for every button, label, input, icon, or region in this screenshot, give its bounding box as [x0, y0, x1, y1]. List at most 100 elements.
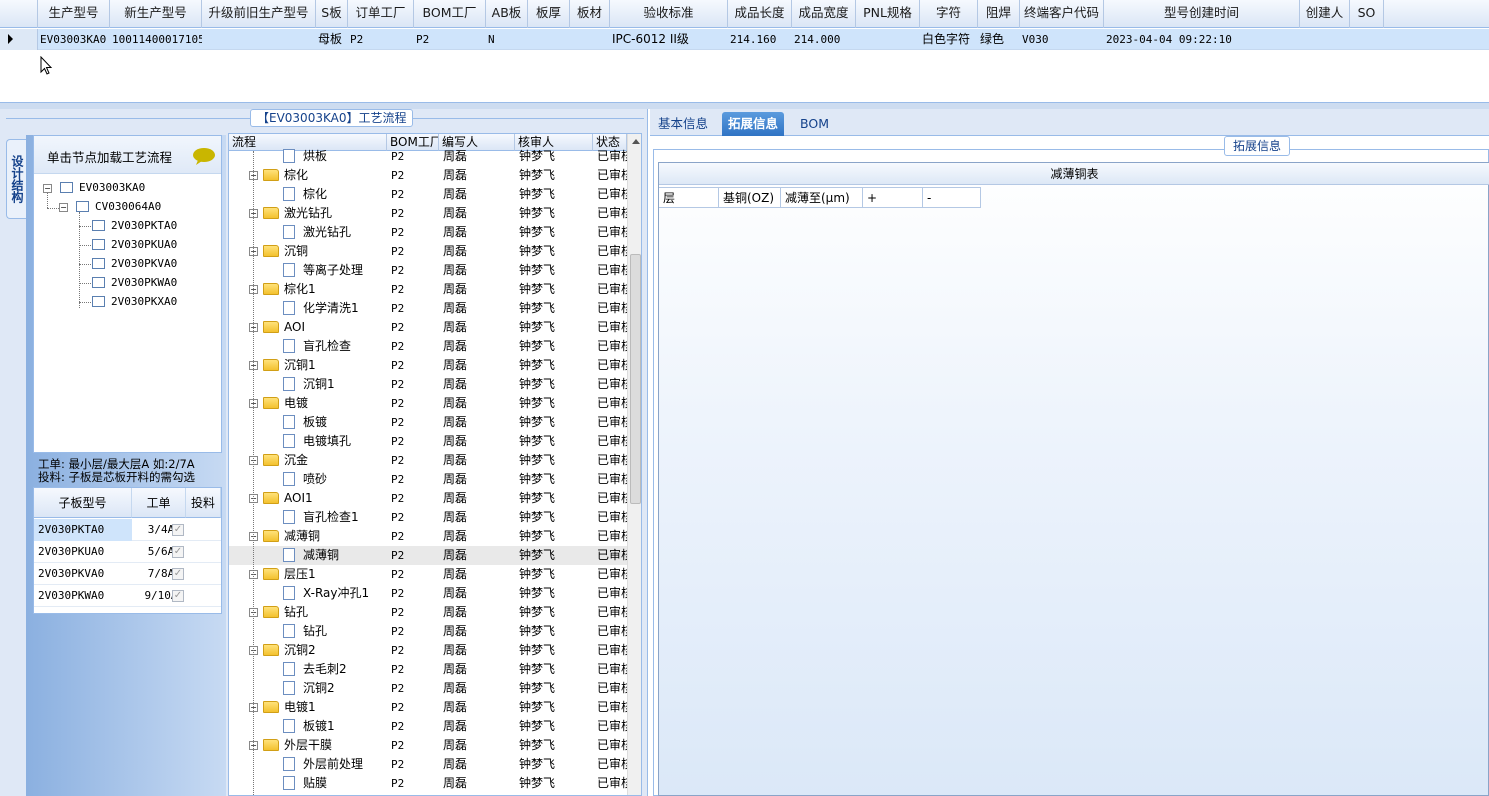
column-header[interactable]: 新生产型号	[110, 0, 202, 28]
flow-row[interactable]: − 棕化 P2 周磊 钟梦飞 已审核	[229, 166, 631, 185]
sub-grid-header[interactable]: 投料	[186, 488, 221, 518]
tree-node[interactable]: CV030064A0	[76, 198, 161, 216]
flow-vertical-scrollbar[interactable]	[627, 134, 641, 795]
column-header[interactable]: 升级前旧生产型号	[202, 0, 316, 28]
flow-row[interactable]: X-Ray冲孔1 P2 周磊 钟梦飞 已审核	[229, 584, 631, 603]
bom-factory: P2	[391, 568, 405, 581]
scroll-thumb[interactable]	[630, 254, 641, 504]
tree-node[interactable]: 2V030PKWA0	[92, 274, 177, 292]
sub-grid-row[interactable]: 2V030PKTA0 3/4A ✓	[34, 519, 221, 541]
flow-row[interactable]: − AOI1 P2 周磊 钟梦飞 已审核	[229, 489, 631, 508]
flow-row[interactable]: 板镀1 P2 周磊 钟梦飞 已审核	[229, 717, 631, 736]
flow-row[interactable]: 激光钻孔 P2 周磊 钟梦飞 已审核	[229, 223, 631, 242]
column-header[interactable]: 终端客户代码	[1020, 0, 1104, 28]
flow-row[interactable]: − 电镀1 P2 周磊 钟梦飞 已审核	[229, 698, 631, 717]
writer-name: 周磊	[443, 719, 468, 733]
flow-row[interactable]: − 沉铜 P2 周磊 钟梦飞 已审核	[229, 242, 631, 261]
tab-bom[interactable]: BOM	[794, 112, 835, 136]
flow-row[interactable]: − 棕化1 P2 周磊 钟梦飞 已审核	[229, 280, 631, 299]
flow-row[interactable]: 等离子处理 P2 周磊 钟梦飞 已审核	[229, 261, 631, 280]
flow-row[interactable]: 烘板 P2 周磊 钟梦飞 已审核	[229, 147, 631, 166]
flow-row[interactable]: 棕化 P2 周磊 钟梦飞 已审核	[229, 185, 631, 204]
column-header[interactable]: 字符	[920, 0, 978, 28]
flow-row[interactable]: 盲孔检查1 P2 周磊 钟梦飞 已审核	[229, 508, 631, 527]
tree-node[interactable]: 2V030PKTA0	[92, 217, 177, 235]
sub-grid-row[interactable]: 2V030PKVA0 7/8A ✓	[34, 563, 221, 585]
column-header[interactable]: 型号创建时间	[1104, 0, 1300, 28]
tree-node[interactable]: 2V030PKXA0	[92, 293, 177, 311]
flow-row[interactable]: 减薄铜 P2 周磊 钟梦飞 已审核	[229, 546, 631, 565]
flow-row[interactable]: 钻孔 P2 周磊 钟梦飞 已审核	[229, 622, 631, 641]
speech-bubble-icon[interactable]	[192, 147, 216, 165]
copper-column-header[interactable]: -	[923, 187, 981, 208]
column-header[interactable]: S板	[316, 0, 348, 28]
feed-checkbox[interactable]: ✓	[172, 546, 184, 558]
flow-row[interactable]: 电镀填孔 P2 周磊 钟梦飞 已审核	[229, 432, 631, 451]
copper-column-header[interactable]: +	[863, 187, 923, 208]
flow-row[interactable]: − 层压1 P2 周磊 钟梦飞 已审核	[229, 565, 631, 584]
flow-row[interactable]: − 外层干膜 P2 周磊 钟梦飞 已审核	[229, 736, 631, 755]
tree-node[interactable]: 2V030PKUA0	[92, 236, 177, 254]
node-checkbox-icon[interactable]	[92, 239, 105, 250]
column-header[interactable]: 成品长度	[728, 0, 792, 28]
tree-node[interactable]: 2V030PKVA0	[92, 255, 177, 273]
flow-row[interactable]: 去毛刺2 P2 周磊 钟梦飞 已审核	[229, 660, 631, 679]
flow-row[interactable]: 沉铜1 P2 周磊 钟梦飞 已审核	[229, 375, 631, 394]
tab-extended-info[interactable]: 拓展信息	[722, 112, 785, 136]
model-grid-row[interactable]: EV03003KA0 10011400017105 母板 P2 P2 N IPC-6012 …	[0, 29, 1489, 50]
flow-row[interactable]: 喷砂 P2 周磊 钟梦飞 已审核	[229, 470, 631, 489]
sub-grid-row[interactable]: 2V030PKUA0 5/6A ✓	[34, 541, 221, 563]
column-header[interactable]: SO	[1350, 0, 1384, 28]
node-checkbox-icon[interactable]	[60, 182, 73, 193]
review-status: 已审核	[597, 339, 631, 353]
node-checkbox-icon[interactable]	[92, 296, 105, 307]
feed-checkbox[interactable]: ✓	[172, 590, 184, 602]
copper-column-header[interactable]: 减薄至(μm)	[781, 187, 863, 208]
tab-basic-info[interactable]: 基本信息	[652, 112, 714, 136]
feed-checkbox[interactable]: ✓	[172, 568, 184, 580]
tab-design-structure[interactable]: 设计结构	[6, 139, 26, 219]
column-header[interactable]: 阻焊	[978, 0, 1020, 28]
flow-row[interactable]: − 减薄铜 P2 周磊 钟梦飞 已审核	[229, 527, 631, 546]
column-header[interactable]: 验收标准	[610, 0, 728, 28]
scroll-up-arrow-icon[interactable]	[632, 139, 640, 144]
feed-checkbox[interactable]: ✓	[172, 524, 184, 536]
tree-expander-icon[interactable]: −	[59, 203, 68, 212]
flow-row[interactable]: − 沉金 P2 周磊 钟梦飞 已审核	[229, 451, 631, 470]
flow-row[interactable]: 贴膜 P2 周磊 钟梦飞 已审核	[229, 774, 631, 793]
flow-row[interactable]: − AOI P2 周磊 钟梦飞 已审核	[229, 318, 631, 337]
column-header[interactable]: PNL规格	[856, 0, 920, 28]
column-header[interactable]: BOM工厂	[414, 0, 486, 28]
flow-row[interactable]: 沉铜2 P2 周磊 钟梦飞 已审核	[229, 679, 631, 698]
copper-column-header[interactable]: 层	[659, 187, 719, 208]
copper-column-header[interactable]: 基铜(OZ)	[719, 187, 781, 208]
node-checkbox-icon[interactable]	[92, 220, 105, 231]
flow-row[interactable]: − 沉铜1 P2 周磊 钟梦飞 已审核	[229, 356, 631, 375]
column-header[interactable]: 板厚	[528, 0, 570, 28]
node-checkbox-icon[interactable]	[76, 201, 89, 212]
flow-row[interactable]: − 沉铜2 P2 周磊 钟梦飞 已审核	[229, 641, 631, 660]
column-header[interactable]: AB板	[486, 0, 528, 28]
tree-expander-icon[interactable]: −	[43, 184, 52, 193]
flow-row[interactable]: 外层前处理 P2 周磊 钟梦飞 已审核	[229, 755, 631, 774]
column-header[interactable]: 生产型号	[38, 0, 110, 28]
column-header[interactable]: 创建人	[1300, 0, 1350, 28]
flow-row[interactable]: 盲孔检查 P2 周磊 钟梦飞 已审核	[229, 337, 631, 356]
flow-row[interactable]: − 激光钻孔 P2 周磊 钟梦飞 已审核	[229, 204, 631, 223]
flow-row[interactable]: − 钻孔 P2 周磊 钟梦飞 已审核	[229, 603, 631, 622]
column-header[interactable]: 板材	[570, 0, 610, 28]
column-header[interactable]: 订单工厂	[348, 0, 414, 28]
folder-icon	[263, 644, 279, 656]
tree-node[interactable]: EV03003KA0	[60, 179, 145, 197]
flow-row[interactable]: − 电镀 P2 周磊 钟梦飞 已审核	[229, 394, 631, 413]
reviewer-name: 钟梦飞	[519, 187, 556, 201]
column-header[interactable]: 成品宽度	[792, 0, 856, 28]
flow-row[interactable]: 板镀 P2 周磊 钟梦飞 已审核	[229, 413, 631, 432]
flow-row[interactable]: 化学清洗1 P2 周磊 钟梦飞 已审核	[229, 299, 631, 318]
node-checkbox-icon[interactable]	[92, 277, 105, 288]
review-status: 已审核	[597, 206, 631, 220]
node-checkbox-icon[interactable]	[92, 258, 105, 269]
sub-grid-row[interactable]: 2V030PKWA0 9/10A ✓	[34, 585, 221, 607]
sub-grid-header[interactable]: 子板型号	[34, 488, 132, 518]
sub-grid-header[interactable]: 工单	[132, 488, 186, 518]
